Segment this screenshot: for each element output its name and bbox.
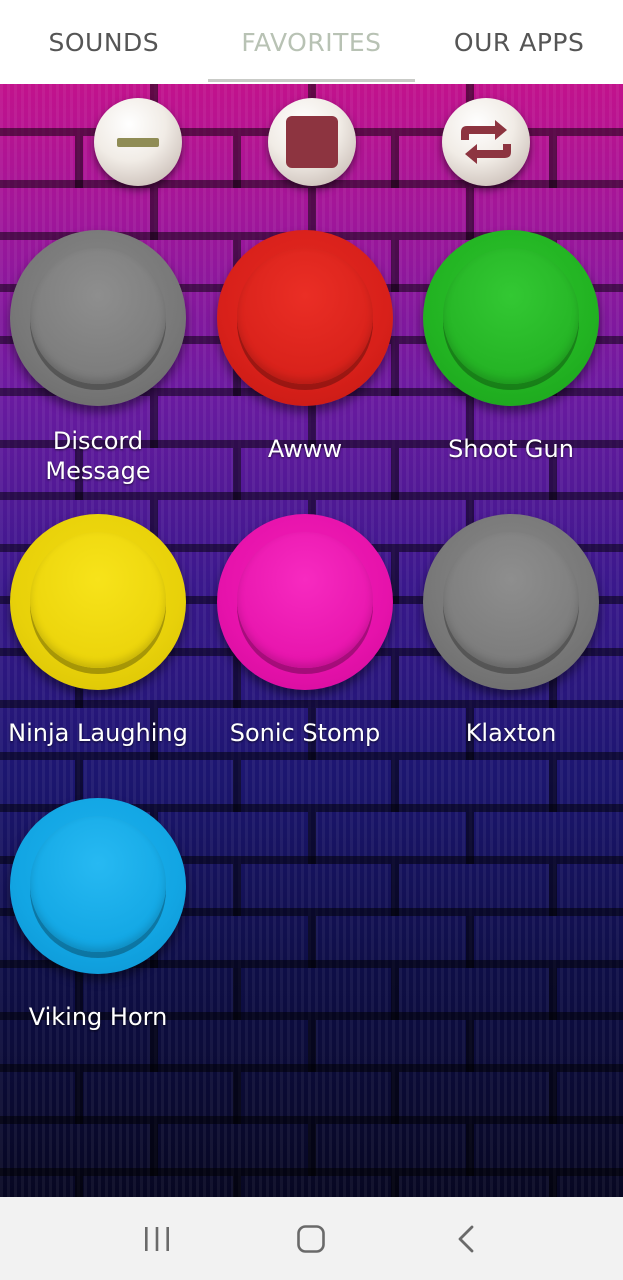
button-cap [30, 816, 166, 952]
sound-item-shoot-gun: Shoot Gun [421, 230, 601, 464]
sound-label: Viking Horn [28, 1003, 168, 1031]
button-cap [30, 532, 166, 668]
button-cap [30, 248, 166, 384]
sound-button[interactable] [423, 230, 599, 406]
sound-label: Awww [267, 435, 343, 463]
recent-apps-icon [145, 1226, 170, 1251]
sound-item-awww: Awww [215, 230, 395, 464]
sound-button[interactable] [423, 514, 599, 690]
sound-item-viking-horn: Viking Horn [8, 798, 188, 1032]
tab-favorites[interactable]: FAVORITES [207, 0, 416, 84]
sound-item-sonic-stomp: Sonic Stomp [215, 514, 395, 748]
back-button[interactable] [436, 1209, 496, 1269]
home-button[interactable] [281, 1209, 341, 1269]
back-icon [458, 1225, 474, 1252]
repeat-button[interactable] [442, 98, 530, 186]
stop-icon [286, 116, 338, 168]
minus-icon [117, 137, 159, 147]
sound-item-ninja-laughing: Ninja Laughing [8, 514, 188, 748]
sound-label: Klaxton [465, 719, 557, 747]
sound-label: Sonic Stomp [229, 719, 381, 747]
sound-button[interactable] [10, 230, 186, 406]
sound-label: Shoot Gun [448, 435, 574, 463]
button-cap [237, 248, 373, 384]
sound-label: Ninja Laughing [8, 719, 188, 747]
button-cap [237, 532, 373, 668]
sound-button[interactable] [10, 514, 186, 690]
home-icon [297, 1224, 326, 1253]
repeat-icon [461, 120, 511, 164]
sound-item-klaxton: Klaxton [421, 514, 601, 748]
sound-item-discord-message: Discord Message [8, 230, 188, 486]
button-cap [443, 248, 579, 384]
stop-button[interactable] [268, 98, 356, 186]
recent-apps-button[interactable] [127, 1209, 187, 1269]
button-cap [443, 532, 579, 668]
sound-button[interactable] [217, 230, 393, 406]
sound-label: Discord Message [45, 427, 151, 485]
sound-button[interactable] [217, 514, 393, 690]
tab-bar: SOUNDS FAVORITES OUR APPS [0, 0, 623, 84]
sound-button[interactable] [10, 798, 186, 974]
system-nav-bar [0, 1197, 623, 1280]
remove-favorite-button[interactable] [94, 98, 182, 186]
tab-our-apps[interactable]: OUR APPS [415, 0, 623, 84]
tab-sounds[interactable]: SOUNDS [0, 0, 208, 84]
